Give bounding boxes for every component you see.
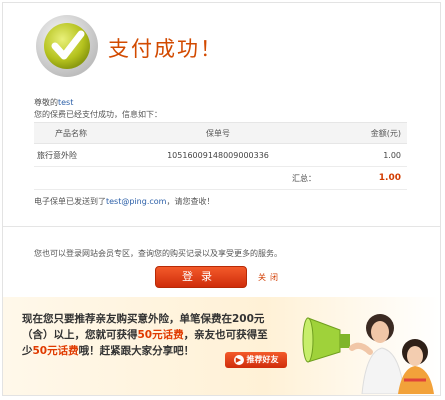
intro-text: 您的保费已经支付成功，信息如下： (34, 110, 162, 119)
people-illustration (349, 314, 434, 394)
member-note: 您也可以登录网站会员专区，查询您的购买记录以及享受更多的服务。 (34, 249, 282, 258)
promo-line-2: （含）以上，您就可获得50元话费，亲友也可获得至 (22, 327, 292, 343)
col-header-amount: 金额(元) (328, 122, 407, 144)
total-row: 汇总： 1.00 (34, 166, 407, 190)
email-note-suffix: ，请您查收！ (166, 197, 215, 206)
cell-policy-no: 10516009148009000336 (108, 143, 328, 167)
divider (3, 226, 440, 227)
promo-highlight-1: 50元话费 (137, 329, 184, 341)
col-header-policy-no: 保单号 (108, 122, 328, 144)
email-note: 电子保单已发送到了test@ping.com，请您查收！ (34, 196, 214, 207)
table-row: 旅行意外险 10516009148009000336 1.00 (34, 143, 407, 167)
email-address: test@ping.com (106, 197, 167, 206)
close-link[interactable]: 关闭 (258, 272, 282, 283)
username: test (58, 98, 74, 107)
total-amount: 1.00 (328, 166, 407, 190)
promo-line-2-b: ，亲友也可获得至 (183, 329, 268, 341)
policy-table: 产品名称 保单号 金额(元) 旅行意外险 1051600914800900033… (34, 122, 407, 190)
email-note-prefix: 电子保单已发送到了 (34, 197, 106, 206)
recommend-friend-button[interactable]: ▶ 推荐好友 (225, 352, 287, 368)
cell-empty (34, 166, 108, 190)
cell-amount: 1.00 (328, 143, 407, 167)
cell-product: 旅行意外险 (34, 143, 108, 167)
checkmark-icon (36, 15, 98, 77)
page-title: 支付成功！ (108, 37, 223, 61)
promo-line-2-a: （含）以上，您就可获得 (22, 329, 138, 341)
greeting-prefix: 尊敬的 (34, 98, 58, 107)
arrow-right-icon: ▶ (233, 354, 244, 365)
megaphone-icon (302, 317, 350, 363)
total-label: 汇总： (108, 166, 328, 190)
promo-line-3-b: 哦！赶紧跟大家分享吧！ (78, 345, 195, 357)
col-header-product: 产品名称 (34, 122, 108, 144)
promo-line-1: 现在您只要推荐亲友购买意外险，单笔保费在200元 (22, 313, 265, 325)
promo-line-3-a: 少 (22, 345, 33, 357)
recommend-label: 推荐好友 (246, 355, 279, 364)
greeting: 尊敬的test (34, 97, 73, 108)
promo-highlight-2: 50元话费 (32, 345, 79, 357)
table-header-row: 产品名称 保单号 金额(元) (34, 122, 407, 144)
login-button[interactable]: 登录 (155, 266, 247, 288)
promo-illustration (302, 314, 434, 394)
